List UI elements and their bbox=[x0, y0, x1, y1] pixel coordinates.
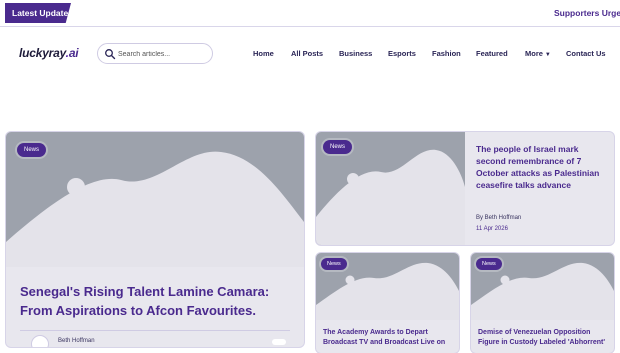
article-title[interactable]: Senegal's Rising Talent Lamine Camara: F… bbox=[20, 282, 290, 320]
article-author[interactable]: By Beth Hoffman bbox=[476, 215, 521, 221]
featured-article-card[interactable]: News Senegal's Rising Talent Lamine Cama… bbox=[6, 132, 304, 347]
top-bar: Latest Update Supporters Urge bbox=[0, 0, 620, 27]
search-box[interactable] bbox=[97, 43, 213, 64]
article-card[interactable]: News The Academy Awards to Depart Broadc… bbox=[316, 253, 459, 353]
nav-more-label: More bbox=[525, 49, 543, 58]
news-ticker-item[interactable]: Supporters Urge bbox=[554, 8, 620, 18]
read-more-indicator bbox=[272, 339, 286, 345]
search-icon bbox=[105, 49, 116, 60]
article-author[interactable]: Beth Hoffman bbox=[58, 338, 95, 344]
nav-fashion[interactable]: Fashion bbox=[432, 49, 461, 58]
nav-business[interactable]: Business bbox=[339, 49, 372, 58]
logo-name: luckyray bbox=[19, 46, 66, 60]
divider bbox=[20, 330, 290, 331]
category-badge[interactable]: News bbox=[321, 258, 347, 270]
article-title[interactable]: The Academy Awards to Depart Broadcast T… bbox=[323, 328, 453, 348]
search-input[interactable] bbox=[118, 47, 208, 61]
article-image-placeholder bbox=[6, 132, 304, 267]
category-badge[interactable]: News bbox=[323, 140, 353, 154]
article-title[interactable]: Demise of Venezuelan Opposition Figure i… bbox=[478, 328, 610, 348]
nav-more[interactable]: More ▼ bbox=[525, 49, 551, 58]
avatar bbox=[31, 335, 49, 347]
site-logo[interactable]: luckyray.ai bbox=[19, 46, 79, 60]
latest-update-tag: Latest Update bbox=[5, 3, 71, 23]
nav-esports[interactable]: Esports bbox=[388, 49, 416, 58]
nav-featured[interactable]: Featured bbox=[476, 49, 508, 58]
nav-contact-us[interactable]: Contact Us bbox=[566, 49, 606, 58]
nav-all-posts[interactable]: All Posts bbox=[291, 49, 323, 58]
article-card[interactable]: News The people of Israel mark second re… bbox=[316, 132, 614, 245]
article-date: 11 Apr 2026 bbox=[476, 226, 508, 232]
logo-tld: ai bbox=[68, 46, 79, 60]
caret-down-icon: ▼ bbox=[544, 52, 551, 58]
category-badge[interactable]: News bbox=[17, 143, 47, 157]
category-badge[interactable]: News bbox=[476, 258, 502, 270]
nav-home[interactable]: Home bbox=[253, 49, 274, 58]
article-title[interactable]: The people of Israel mark second remembr… bbox=[476, 143, 606, 191]
article-card[interactable]: News Demise of Venezuelan Opposition Fig… bbox=[471, 253, 614, 353]
